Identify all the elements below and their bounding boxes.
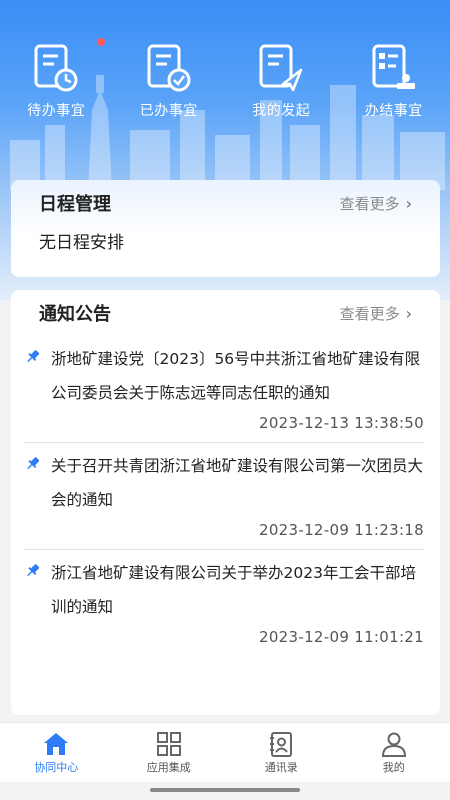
home-icon (44, 733, 69, 755)
quick-action-label: 我的发起 (252, 103, 311, 119)
notice-title: 通知公告 (39, 304, 111, 325)
done-doc-check-icon (147, 44, 191, 92)
user-icon (381, 732, 406, 757)
tab-collaboration-center[interactable]: 协同中心 (0, 723, 113, 782)
pending-doc-clock-icon (34, 44, 78, 92)
tab-label: 通讯录 (264, 761, 298, 774)
tab-label: 协同中心 (34, 761, 79, 774)
quick-actions: 待办事宜 已办事宜 我的发起 办结事宜 (0, 38, 450, 130)
notice-item-time: 2023-12-09 11:23:18 (258, 521, 424, 539)
notice-item[interactable]: 关于召开共青团浙江省地矿建设有限公司第一次团员大会的通知 2023-12-09 … (23, 443, 424, 550)
quick-action-pending[interactable]: 待办事宜 (1, 38, 111, 130)
tab-profile[interactable]: 我的 (338, 723, 450, 782)
notification-badge (97, 38, 106, 46)
tab-label: 应用集成 (146, 761, 191, 774)
notice-header: 通知公告 查看更多 › (11, 290, 440, 336)
notice-item[interactable]: 浙地矿建设党〔2023〕56号中共浙江省地矿建设有限公司委员会关于陈志远等同志任… (23, 336, 424, 443)
notice-item-title: 浙江省地矿建设有限公司关于举办2023年工会干部培训的通知 (51, 564, 416, 616)
schedule-more-label: 查看更多 (339, 194, 400, 213)
bottom-tab-bar: 协同中心 应用集成 通讯录 我的 (0, 722, 450, 782)
notice-item[interactable]: 浙江省地矿建设有限公司关于举办2023年工会干部培训的通知 2023-12-09… (23, 550, 424, 656)
concluded-doc-stamp-icon (372, 44, 415, 89)
quick-action-label: 已办事宜 (139, 103, 198, 119)
tab-label: 我的 (382, 761, 405, 774)
schedule-card: 日程管理 查看更多 › 无日程安排 (11, 180, 440, 277)
quick-action-initiated[interactable]: 我的发起 (226, 40, 336, 130)
pin-icon (27, 350, 40, 363)
initiated-doc-send-icon (259, 44, 303, 92)
tab-contacts[interactable]: 通讯录 (225, 723, 338, 782)
notice-item-time: 2023-12-09 11:01:21 (258, 628, 424, 646)
notice-list: 浙地矿建设党〔2023〕56号中共浙江省地矿建设有限公司委员会关于陈志远等同志任… (11, 336, 440, 656)
schedule-more-link[interactable]: 查看更多 › (340, 193, 412, 214)
notice-item-time: 2023-12-13 13:38:50 (258, 414, 424, 432)
quick-action-label: 办结事宜 (364, 103, 423, 119)
chevron-right-icon: › (405, 193, 412, 213)
notice-item-title: 关于召开共青团浙江省地矿建设有限公司第一次团员大会的通知 (51, 457, 424, 509)
quick-action-done[interactable]: 已办事宜 (114, 40, 224, 130)
schedule-empty-text: 无日程安排 (39, 233, 124, 253)
notice-more-link[interactable]: 查看更多 › (340, 303, 412, 324)
notice-more-label: 查看更多 (339, 304, 400, 323)
schedule-header: 日程管理 查看更多 › (11, 180, 440, 226)
schedule-title: 日程管理 (39, 194, 111, 215)
chevron-right-icon: › (405, 303, 412, 323)
quick-action-label: 待办事宜 (27, 103, 86, 119)
notice-card: 通知公告 查看更多 › 浙地矿建设党〔2023〕56号中共浙江省地矿建设有限公司… (11, 290, 440, 715)
home-indicator (150, 788, 300, 792)
quick-action-concluded[interactable]: 办结事宜 (339, 40, 449, 130)
pin-icon (27, 564, 40, 577)
notice-item-title: 浙地矿建设党〔2023〕56号中共浙江省地矿建设有限公司委员会关于陈志远等同志任… (51, 350, 421, 402)
apps-grid-icon (156, 732, 181, 756)
pin-icon (27, 457, 40, 470)
contacts-icon (270, 732, 293, 757)
tab-app-integration[interactable]: 应用集成 (113, 723, 226, 782)
